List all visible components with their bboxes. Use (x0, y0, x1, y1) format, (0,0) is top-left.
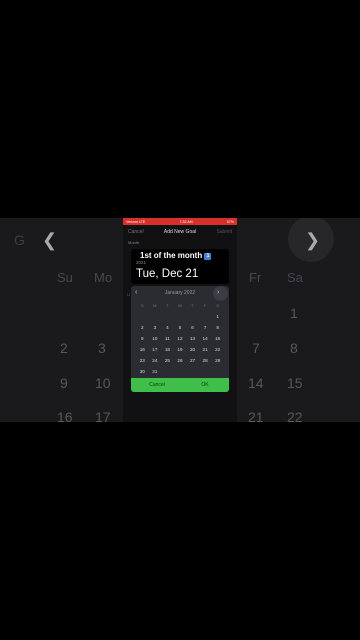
background-g-label: G (14, 232, 25, 248)
month-field-label: Month (128, 240, 140, 245)
day-cell[interactable]: 13 (186, 333, 199, 344)
clock-label: 7:32 AM (179, 219, 193, 224)
empty-day-cell (199, 366, 212, 377)
day-cell[interactable]: 19 (174, 344, 187, 355)
weekday-header: S M T W T F S (136, 303, 224, 308)
day-cell[interactable]: 7 (199, 322, 212, 333)
nav-bar: Cancel Add New Goal Submit (123, 225, 237, 239)
background-day: 15 (287, 375, 303, 391)
day-cell[interactable]: 27 (186, 355, 199, 366)
day-cell[interactable]: 31 (149, 366, 162, 377)
day-cell[interactable]: 17 (149, 344, 162, 355)
week-row: 16 17 18 19 20 21 22 (136, 344, 224, 355)
day-cell[interactable]: 24 (149, 355, 162, 366)
day-cell[interactable]: 23 (136, 355, 149, 366)
background-next-icon: ❯ (305, 230, 321, 250)
week-row: 1 (136, 311, 224, 322)
empty-day-cell (186, 311, 199, 322)
goal-title: 1st of the month 1 (140, 251, 212, 260)
day-cell[interactable]: 8 (211, 322, 224, 333)
background-day: 1 (290, 305, 298, 321)
week-row: 2345678 (136, 322, 224, 333)
carrier-label: Verizon LTE (126, 219, 146, 224)
day-cell[interactable]: 20 (186, 344, 199, 355)
day-cell[interactable]: 26 (174, 355, 187, 366)
background-weekday: Sa (287, 270, 303, 285)
day-cell[interactable]: 9 (136, 333, 149, 344)
weekday-label: T (166, 303, 169, 308)
status-bar: Verizon LTE 7:32 AM 57% (123, 218, 237, 225)
weekday-label: T (191, 303, 194, 308)
background-day: 14 (248, 375, 264, 391)
background-day: 21 (248, 409, 264, 422)
day-cell[interactable]: 29 (211, 355, 224, 366)
background-weekday: Mo (94, 270, 113, 285)
day-cell[interactable]: 4 (161, 322, 174, 333)
week-row: 23 24 25 26 27 28 29 (136, 355, 224, 366)
empty-day-cell (186, 366, 199, 377)
background-weekday: Su (57, 270, 73, 285)
selected-date: Tue, Dec 21 (136, 268, 199, 280)
empty-day-cell (161, 366, 174, 377)
empty-day-cell (174, 311, 187, 322)
empty-day-cell (211, 366, 224, 377)
date-picker: ‹ January 2022 › S M T W T F S 123456789… (131, 286, 229, 392)
week-row: 9 10 11 12 13 14 15 (136, 333, 224, 344)
weekday-label: W (178, 303, 182, 308)
next-month-button[interactable] (213, 286, 228, 301)
background-day: 10 (95, 375, 111, 391)
picker-ok-button[interactable]: OK (185, 382, 225, 388)
empty-day-cell (136, 311, 149, 322)
day-cell[interactable]: 21 (199, 344, 212, 355)
day-cell[interactable]: 2 (136, 322, 149, 333)
day-cell[interactable]: 22 (211, 344, 224, 355)
day-cell[interactable]: 28 (199, 355, 212, 366)
day-cell[interactable]: 11 (161, 333, 174, 344)
weekday-label: S (140, 303, 144, 308)
background-day: 8 (290, 340, 298, 356)
background-weekday: Fr (249, 270, 262, 285)
empty-day-cell (149, 311, 162, 322)
background-day: 7 (252, 340, 260, 356)
background-day: 2 (60, 340, 68, 356)
day-cell[interactable]: 10 (149, 333, 162, 344)
background-day: 3 (98, 340, 106, 356)
keycap-one-icon: 1 (204, 253, 212, 260)
day-cell[interactable]: 1 (211, 311, 224, 322)
phone-screen: Verizon LTE 7:32 AM 57% Cancel Add New G… (123, 218, 237, 422)
day-cell[interactable]: 6 (186, 322, 199, 333)
day-cell[interactable]: 15 (211, 333, 224, 344)
goal-title-text: 1st of the month (140, 251, 203, 260)
next-month-icon[interactable]: › (217, 289, 219, 296)
day-cell[interactable]: 16 (136, 344, 149, 355)
week-row: 30 31 (136, 366, 224, 377)
weekday-label: F (203, 303, 207, 308)
form-label-u: U (127, 292, 130, 297)
empty-day-cell (199, 311, 212, 322)
background-day: 17 (95, 409, 111, 422)
day-grid: 1 2 3 4 5 6 7 8 9 10 11 12 13 14 15 16 17 18 19 20 21 22 23 24 2… (136, 311, 224, 377)
day-cell[interactable]: 3 (149, 322, 162, 333)
nav-submit-button[interactable]: Submit (216, 229, 232, 235)
day-cell[interactable]: 14 (199, 333, 212, 344)
background-day: 22 (287, 409, 303, 422)
empty-day-cell (161, 311, 174, 322)
year-label[interactable]: 2021 (136, 260, 146, 265)
battery-label: 57% (226, 219, 234, 224)
day-cell[interactable]: 25 (161, 355, 174, 366)
background-day: 9 (60, 375, 68, 391)
day-cell[interactable]: 30 (136, 366, 149, 377)
picker-button-bar: Cancel OK (131, 378, 229, 392)
picker-cancel-button[interactable]: Cancel (137, 382, 177, 388)
weekday-label: S (216, 303, 219, 308)
day-cell[interactable]: 18 (161, 344, 174, 355)
day-cell[interactable]: 12 (174, 333, 187, 344)
weekday-label: M (153, 303, 157, 308)
background-prev-icon: ❮ (42, 230, 58, 250)
empty-day-cell (174, 366, 187, 377)
day-cell[interactable]: 5 (174, 322, 187, 333)
background-day: 16 (57, 409, 73, 422)
